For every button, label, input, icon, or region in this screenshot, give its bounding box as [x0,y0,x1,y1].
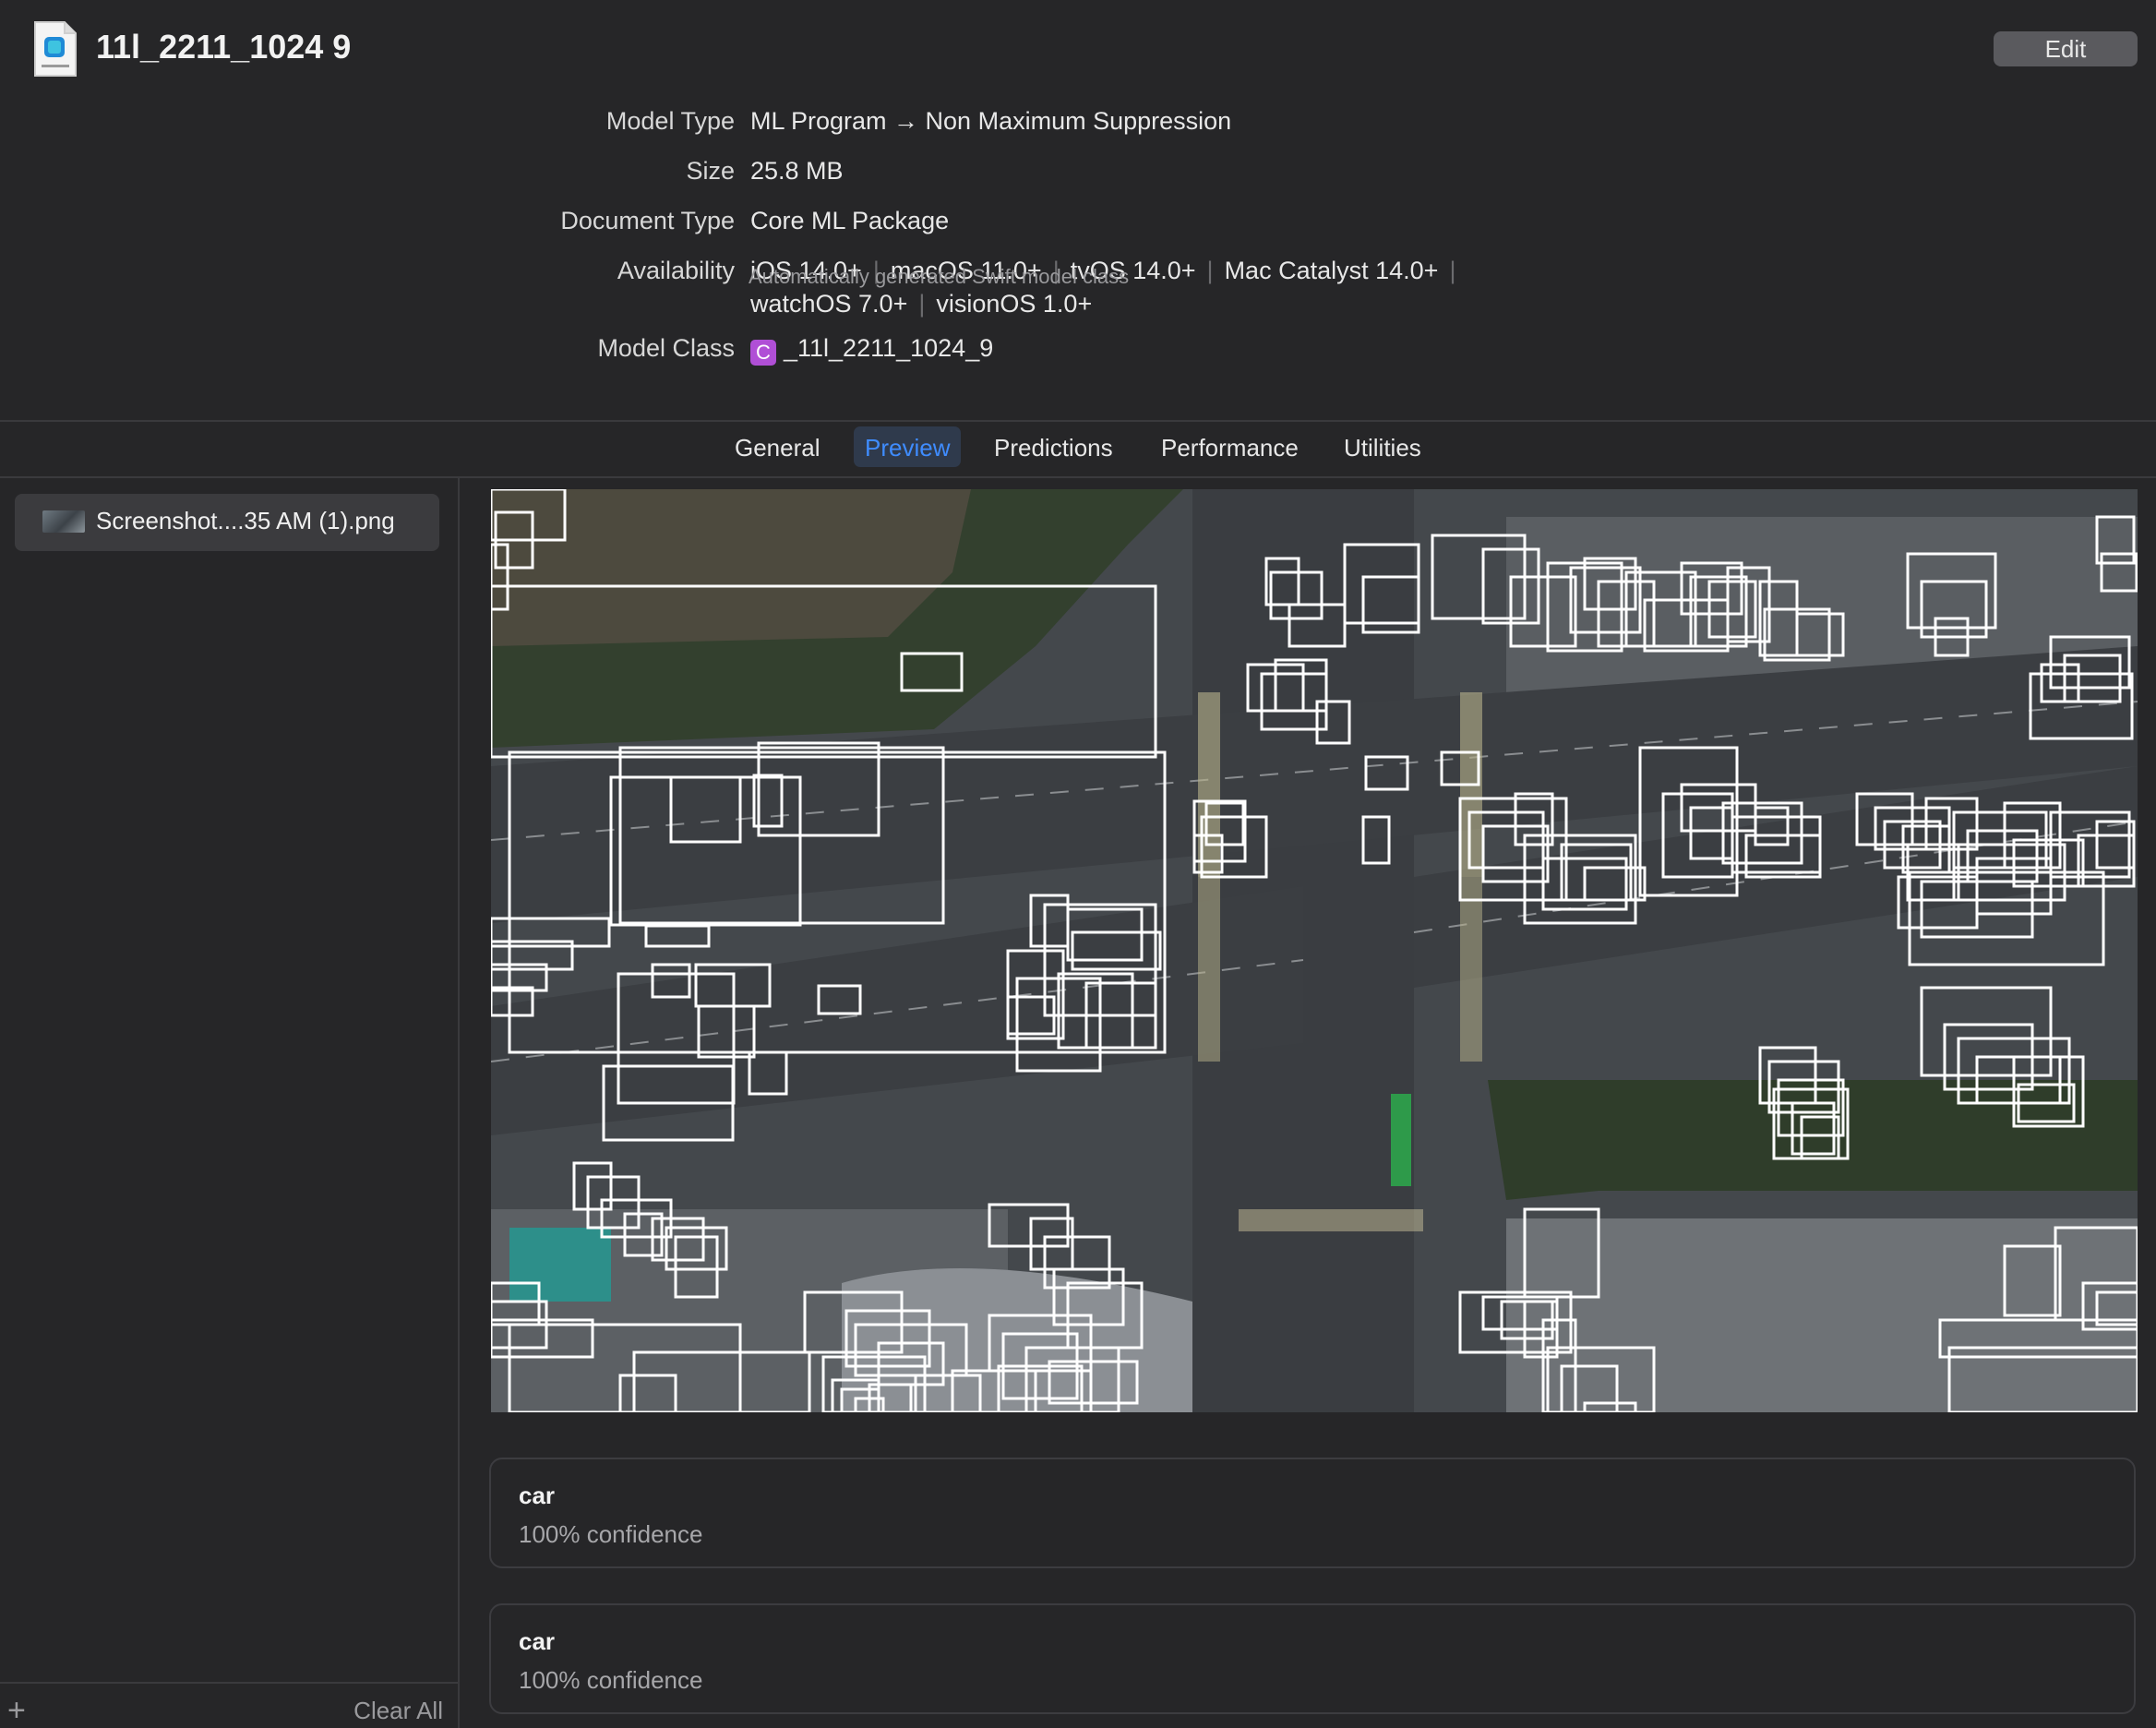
tab-performance[interactable]: Performance [1150,426,1310,467]
header-divider [0,420,2156,422]
availability-label: Availability [617,257,735,284]
mlpackage-file-icon [34,21,77,77]
file-sidebar: Screenshot....35 AM (1).png + Clear All [0,478,458,1728]
model-class-label: Model Class [597,334,735,362]
sidebar-file-item[interactable]: Screenshot....35 AM (1).png [15,494,439,551]
detection-boxes-overlay [491,489,2138,1412]
document-title: 11l_2211_1024 9 [96,28,352,66]
model-class-value-wrap[interactable]: C _11l_2211_1024_9 [750,334,993,366]
tab-utilities[interactable]: Utilities [1333,426,1432,467]
clear-all-button[interactable]: Clear All [353,1697,443,1725]
model-class-note: Automatically generated Swift model clas… [749,265,1130,288]
model-class-value[interactable]: _11l_2211_1024_9 [784,334,993,362]
platform-watchos: watchOS 7.0+ [750,290,908,318]
preview-image [491,489,2138,1412]
separator: | [1206,257,1214,284]
tab-preview[interactable]: Preview [854,426,962,467]
plus-icon[interactable]: + [7,1695,26,1726]
size-value: 25.8 MB [750,157,844,185]
tab-predictions[interactable]: Predictions [983,426,1124,467]
prediction-confidence: 100% confidence [519,1666,703,1694]
document-type-value: Core ML Package [750,207,950,234]
prediction-result-card[interactable]: car 100% confidence [489,1603,2136,1714]
model-type-value: ML Program → Non Maximum Suppression [750,107,1232,135]
platform-visionos: visionOS 1.0+ [936,290,1093,318]
sidebar-file-name: Screenshot....35 AM (1).png [96,507,395,534]
image-thumbnail-icon [42,510,85,533]
separator: | [1449,257,1456,284]
edit-button[interactable]: Edit [1994,31,2138,66]
sidebar-footer-divider [0,1682,458,1684]
availability-line-2: watchOS 7.0+ | visionOS 1.0+ [750,290,1092,318]
model-type-label: Model Type [605,107,735,135]
tab-bar: General Preview Predictions Performance … [0,426,2156,473]
prediction-confidence: 100% confidence [519,1520,703,1548]
document-type-label: Document Type [560,207,735,234]
prediction-label: car [519,1482,556,1509]
prediction-result-card[interactable]: car 100% confidence [489,1458,2136,1568]
size-label: Size [686,157,735,185]
document-header: 11l_2211_1024 9 Edit Model Type ML Progr… [0,0,2156,421]
separator: | [918,290,926,318]
swift-class-icon: C [750,340,776,366]
sidebar-divider [458,478,460,1728]
platform-mac-catalyst: Mac Catalyst 14.0+ [1224,257,1439,284]
tab-general[interactable]: General [724,426,832,467]
prediction-label: car [519,1627,556,1655]
